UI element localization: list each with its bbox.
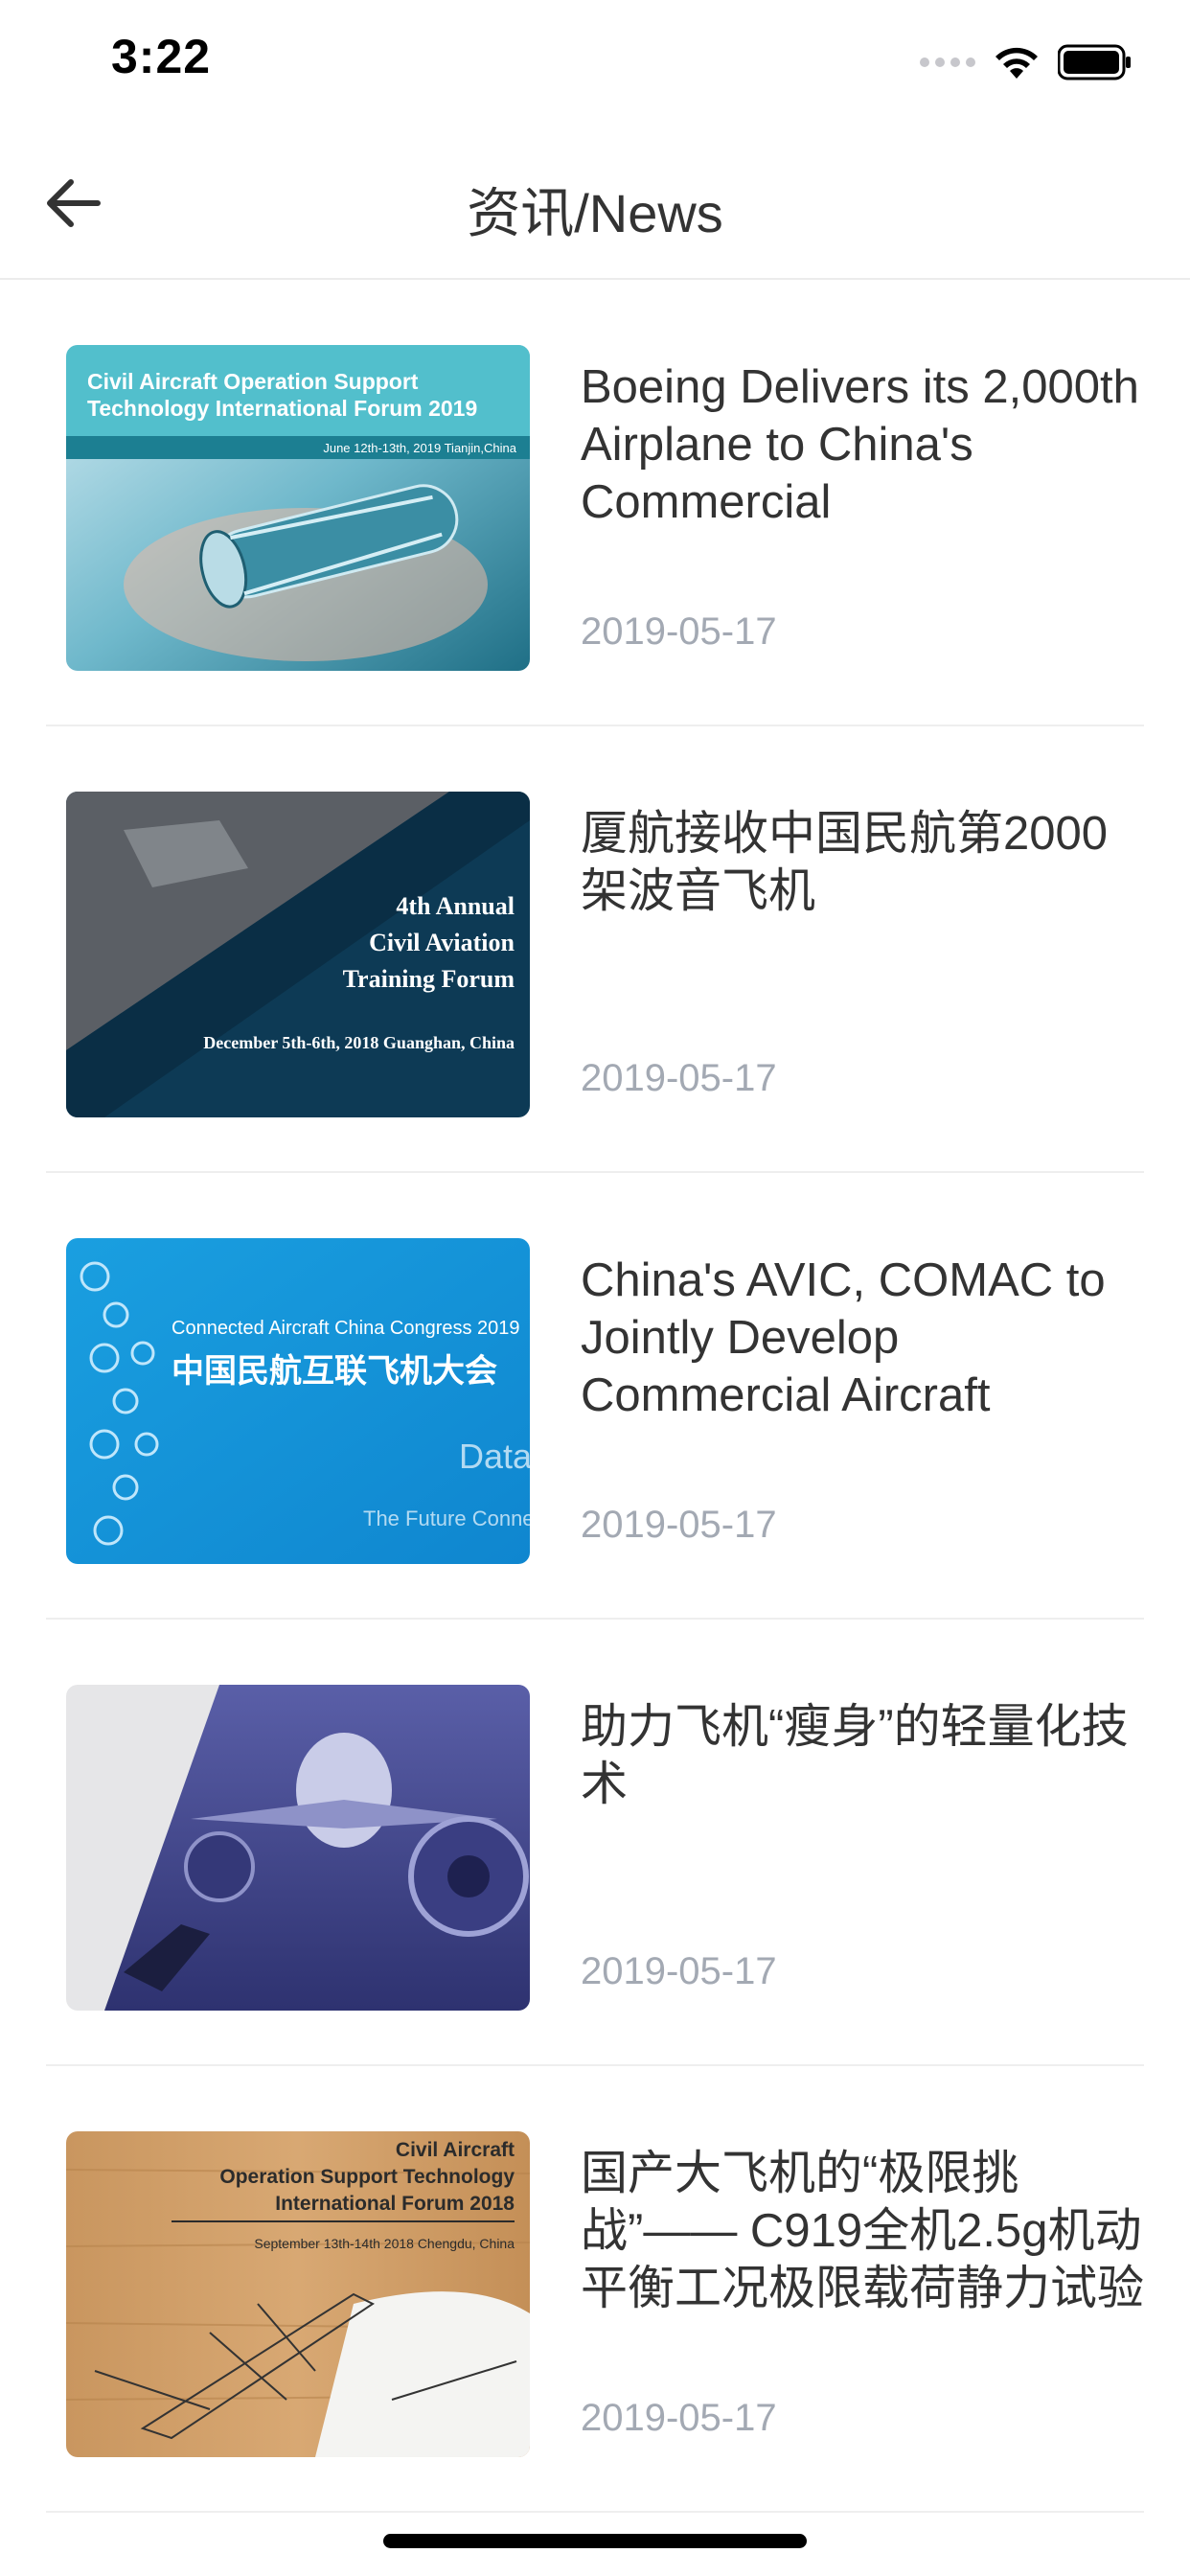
thumb-heading-line: Training Forum (343, 965, 515, 993)
thumb-heading-line: 4th Annual (396, 892, 515, 920)
thumb-heading-line: 中国民航互联飞机大会 (172, 1352, 497, 1391)
news-title: 国产大飞机的“极限挑战”—— C919全机2.5g机动平衡工况极限载荷静力试验 (581, 2148, 1145, 2314)
status-icons (920, 38, 1133, 86)
thumb-date-line: June 12th-13th, 2019 Tianjin,China (323, 441, 516, 455)
news-date: 2019-05-17 (581, 1504, 777, 1546)
battery-icon (1058, 44, 1131, 80)
cellular-signal-icon (920, 58, 975, 67)
thumb-heading-line: Technology International Forum 2019 (87, 396, 477, 421)
status-time: 3:22 (111, 30, 212, 83)
news-title: Boeing Delivers its 2,000th Airplane to … (581, 361, 1139, 528)
divider (46, 2511, 1144, 2513)
news-title: 助力飞机“瘦身”的轻量化技术 (581, 1701, 1129, 1810)
news-title: China's AVIC, COMAC to Jointly Develop C… (581, 1254, 1106, 1421)
news-item[interactable]: 4th Annual Civil Aviation Training Forum… (0, 726, 1190, 1173)
news-title: 厦航接收中国民航第2000架波音飞机 (581, 808, 1109, 917)
news-date: 2019-05-17 (581, 1057, 777, 1099)
news-item[interactable]: Civil Aircraft Operation Support Technol… (0, 280, 1190, 726)
thumb-heading-line: The Future Connected (363, 1506, 530, 1530)
home-indicator (383, 2534, 807, 2548)
news-item[interactable]: Civil Aircraft Operation Support Technol… (0, 2066, 1190, 2513)
news-thumbnail: Civil Aircraft Operation Support Technol… (66, 2131, 530, 2457)
news-thumbnail: Connected Aircraft China Congress 2019 中… (66, 1238, 530, 1564)
news-date: 2019-05-17 (581, 610, 777, 653)
thumb-heading-line: Data (459, 1437, 530, 1476)
thumb-heading-line: Operation Support Technology (219, 2166, 515, 2188)
thumb-date-line: September 13th-14th 2018 Chengdu, China (254, 2236, 515, 2251)
news-date: 2019-05-17 (581, 1950, 777, 1992)
thumb-date-line: December 5th-6th, 2018 Guanghan, China (203, 1033, 515, 1052)
thumb-heading-line: Connected Aircraft China Congress 2019 (172, 1318, 520, 1339)
news-item[interactable]: Connected Aircraft China Congress 2019 中… (0, 1173, 1190, 1620)
thumb-heading-line: Civil Aviation (369, 929, 515, 956)
thumb-heading-line: International Forum 2018 (275, 2193, 515, 2215)
thumb-heading-line: Civil Aircraft Operation Support (87, 369, 419, 394)
nav-bar: 资讯/News (0, 126, 1190, 280)
wifi-icon (995, 47, 1038, 79)
news-item[interactable]: 助力飞机“瘦身”的轻量化技术 2019-05-17 (0, 1620, 1190, 2066)
news-list: Civil Aircraft Operation Support Technol… (0, 280, 1190, 2513)
news-thumbnail: Civil Aircraft Operation Support Technol… (66, 345, 530, 671)
status-bar: 3:22 (0, 0, 1190, 126)
news-date: 2019-05-17 (581, 2397, 777, 2439)
thumb-heading-line: Civil Aircraft (396, 2139, 515, 2161)
news-thumbnail: 4th Annual Civil Aviation Training Forum… (66, 792, 530, 1117)
news-thumbnail (66, 1685, 530, 2011)
page-title: 资讯/News (467, 183, 723, 243)
